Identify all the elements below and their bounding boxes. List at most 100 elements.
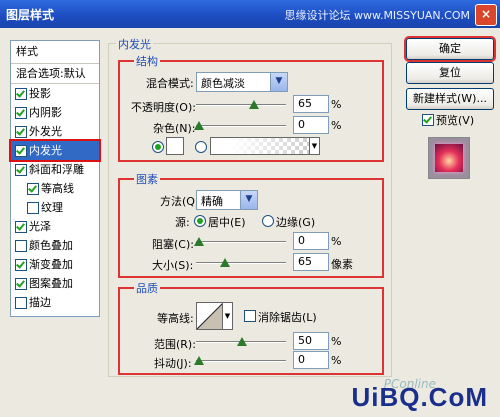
style-item-label: 光泽 xyxy=(29,220,51,233)
chevron-down-icon[interactable]: ▼ xyxy=(270,73,287,91)
blend-mode-value: 颜色减淡 xyxy=(201,77,245,90)
style-item-checkbox[interactable] xyxy=(15,88,27,100)
chevron-down-icon[interactable]: ▼ xyxy=(240,191,257,209)
close-button[interactable]: × xyxy=(475,4,497,26)
opacity-slider[interactable] xyxy=(196,100,286,109)
style-item-checkbox[interactable] xyxy=(15,145,27,157)
style-item[interactable]: 内发光 xyxy=(9,139,101,162)
source-edge-label[interactable]: 边缘(G) xyxy=(276,214,315,230)
preview-label[interactable]: 预览(V) xyxy=(436,112,474,128)
style-item-label: 纹理 xyxy=(41,201,63,214)
size-input[interactable]: 65 xyxy=(293,253,329,271)
style-item[interactable]: 纹理 xyxy=(11,198,99,217)
title-bar: 图层样式 思缘设计论坛 www.MISSYUAN.COM × xyxy=(0,0,500,28)
source-center-radio[interactable] xyxy=(194,215,206,227)
jitter-value: 0 xyxy=(298,353,305,366)
noise-slider[interactable] xyxy=(194,121,286,130)
gradient-radio[interactable] xyxy=(195,141,207,153)
blend-mode-select[interactable]: 颜色减淡 ▼ xyxy=(196,72,288,92)
size-slider-handle[interactable] xyxy=(220,258,230,267)
style-item-label: 外发光 xyxy=(29,125,62,138)
style-item-label: 内发光 xyxy=(29,144,62,157)
style-item[interactable]: 颜色叠加 xyxy=(11,236,99,255)
style-item-checkbox[interactable] xyxy=(27,183,39,195)
style-item[interactable]: 内阴影 xyxy=(11,103,99,122)
choke-input[interactable]: 0 xyxy=(293,232,329,250)
style-item-label: 图案叠加 xyxy=(29,277,73,290)
noise-label: 杂色(N): xyxy=(153,122,196,135)
style-item-label: 等高线 xyxy=(41,182,74,195)
style-item[interactable]: 斜面和浮雕 xyxy=(11,160,99,179)
jitter-input[interactable]: 0 xyxy=(293,351,329,369)
range-slider-handle[interactable] xyxy=(237,337,247,346)
forum-watermark: 思缘设计论坛 www.MISSYUAN.COM xyxy=(284,9,470,22)
style-item-label: 渐变叠加 xyxy=(29,258,73,271)
contour-label: 等高线: xyxy=(157,312,194,325)
opacity-slider-handle[interactable] xyxy=(249,100,259,109)
elements-title: 图素 xyxy=(134,171,160,187)
style-item-checkbox[interactable] xyxy=(15,297,27,309)
noise-unit: % xyxy=(331,119,342,132)
style-item-checkbox[interactable] xyxy=(27,202,39,214)
contour-preview[interactable] xyxy=(196,302,224,330)
opacity-label: 不透明度(O): xyxy=(131,101,196,114)
style-item-label: 斜面和浮雕 xyxy=(29,163,84,176)
style-item-checkbox[interactable] xyxy=(15,126,27,138)
source-edge-radio[interactable] xyxy=(262,215,274,227)
noise-slider-handle[interactable] xyxy=(194,121,204,130)
antialias-label[interactable]: 消除锯齿(L) xyxy=(258,309,317,325)
antialias-checkbox[interactable] xyxy=(244,310,256,322)
style-item[interactable]: 光泽 xyxy=(11,217,99,236)
style-item[interactable]: 描边 xyxy=(11,293,99,312)
technique-value: 精确 xyxy=(201,195,223,208)
style-item-checkbox[interactable] xyxy=(15,107,27,119)
contour-linear-icon xyxy=(197,303,223,329)
range-input[interactable]: 50 xyxy=(293,332,329,350)
source-label: 源: xyxy=(175,216,190,229)
style-item-checkbox[interactable] xyxy=(15,164,27,176)
style-item[interactable]: 等高线 xyxy=(11,179,99,198)
range-value: 50 xyxy=(298,334,312,347)
style-item-checkbox[interactable] xyxy=(15,240,27,252)
quality-title: 品质 xyxy=(134,280,160,296)
ok-button[interactable]: 确定 xyxy=(404,36,496,62)
contour-dropdown[interactable]: ▼ xyxy=(222,302,233,330)
noise-value: 0 xyxy=(298,118,305,131)
styles-header[interactable]: 样式 xyxy=(11,41,99,64)
jitter-label: 抖动(J): xyxy=(154,357,192,370)
gradient-dropdown[interactable]: ▼ xyxy=(309,137,320,155)
style-item-label: 描边 xyxy=(29,296,51,309)
reset-button[interactable]: 复位 xyxy=(406,62,494,84)
choke-slider[interactable] xyxy=(194,237,286,246)
choke-label: 阻塞(C): xyxy=(152,238,194,251)
choke-unit: % xyxy=(331,235,342,248)
blending-options[interactable]: 混合选项:默认 xyxy=(11,64,99,84)
jitter-slider[interactable] xyxy=(194,356,286,365)
noise-input[interactable]: 0 xyxy=(293,116,329,134)
choke-slider-handle[interactable] xyxy=(194,237,204,246)
style-item[interactable]: 图案叠加 xyxy=(11,274,99,293)
range-unit: % xyxy=(331,335,342,348)
style-item-checkbox[interactable] xyxy=(15,259,27,271)
technique-select[interactable]: 精确 ▼ xyxy=(196,190,258,210)
glow-color-swatch[interactable] xyxy=(166,137,184,155)
range-slider[interactable] xyxy=(196,337,286,346)
style-item-label: 颜色叠加 xyxy=(29,239,73,252)
style-item[interactable]: 渐变叠加 xyxy=(11,255,99,274)
opacity-input[interactable]: 65 xyxy=(293,95,329,113)
range-label: 范围(R): xyxy=(154,338,196,351)
source-center-label[interactable]: 居中(E) xyxy=(208,214,246,230)
style-item-checkbox[interactable] xyxy=(15,278,27,290)
jitter-slider-handle[interactable] xyxy=(194,356,204,365)
gradient-swatch[interactable] xyxy=(210,137,312,155)
new-style-button[interactable]: 新建样式(W)... xyxy=(406,88,494,110)
color-radio[interactable] xyxy=(152,141,164,153)
size-label: 大小(S): xyxy=(152,259,194,272)
style-item[interactable]: 外发光 xyxy=(11,122,99,141)
uibq-logo: UiBQ.CoM xyxy=(351,382,488,412)
style-item[interactable]: 投影 xyxy=(11,84,99,103)
preview-checkbox[interactable] xyxy=(422,114,434,126)
style-item-checkbox[interactable] xyxy=(15,221,27,233)
size-slider[interactable] xyxy=(196,258,286,267)
choke-value: 0 xyxy=(298,234,305,247)
